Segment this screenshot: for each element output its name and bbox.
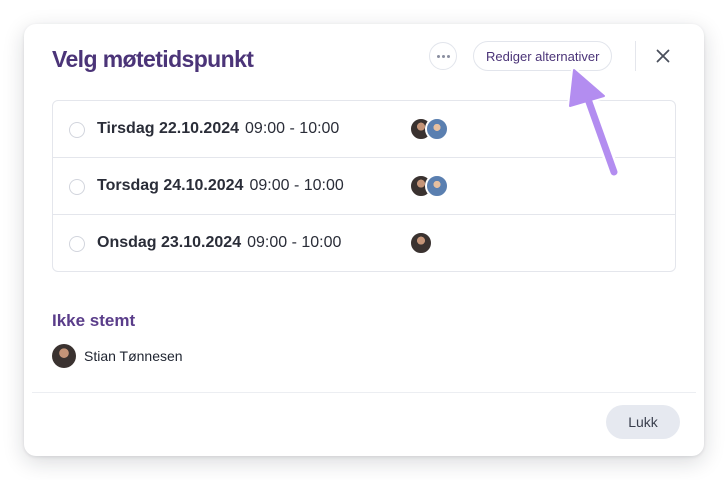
option-date: Tirsdag 22.10.2024 <box>97 120 240 137</box>
option-date: Torsdag 24.10.2024 <box>97 177 244 194</box>
option-date: Onsdag 23.10.2024 <box>97 234 242 251</box>
option-radio[interactable] <box>69 236 85 252</box>
more-horizontal-icon <box>436 54 450 58</box>
voter-avatars <box>409 174 449 198</box>
option-radio[interactable] <box>69 179 85 195</box>
option-time: 09:00 - 10:00 <box>249 177 344 194</box>
option-time: 09:00 - 10:00 <box>247 234 342 251</box>
not-voted-heading: Ikke stemt <box>52 311 136 330</box>
pointer-arrow-icon <box>567 67 620 178</box>
avatar <box>409 231 433 255</box>
voter-avatars <box>409 231 433 255</box>
non-voter-item: Stian Tønnesen <box>52 344 183 368</box>
close-footer-button[interactable]: Lukk <box>606 405 680 439</box>
option-radio[interactable] <box>69 122 85 138</box>
avatar <box>425 117 449 141</box>
avatar <box>52 344 76 368</box>
footer-divider <box>32 392 696 393</box>
close-icon <box>656 49 670 63</box>
close-button[interactable] <box>652 45 674 67</box>
dialog-title: Velg møtetidspunkt <box>52 46 254 72</box>
time-option[interactable]: Onsdag 23.10.2024 09:00 - 10:00 <box>53 215 675 272</box>
non-voter-name: Stian Tønnesen <box>84 348 183 364</box>
more-options-button[interactable] <box>429 42 457 70</box>
voter-avatars <box>409 117 449 141</box>
avatar <box>425 174 449 198</box>
option-time: 09:00 - 10:00 <box>245 120 340 137</box>
